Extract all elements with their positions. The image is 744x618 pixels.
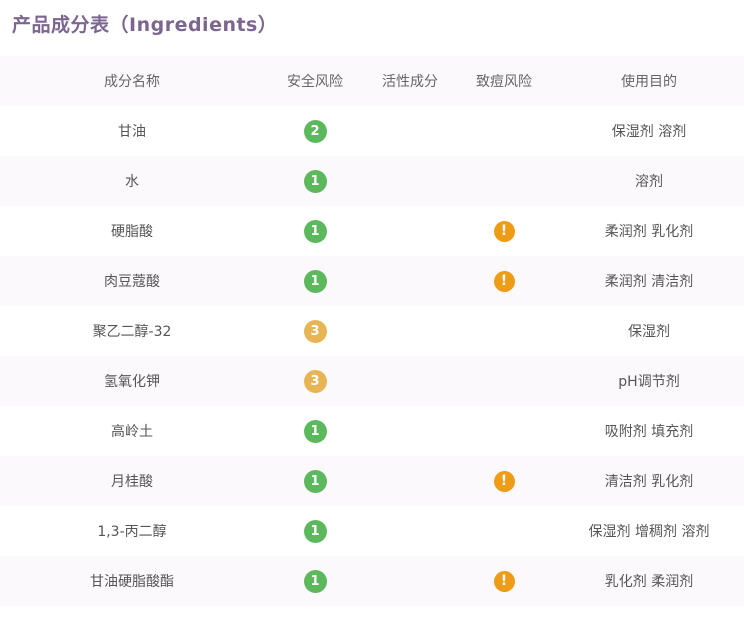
safety-cell: 1 bbox=[264, 519, 366, 543]
purpose-text: 柔润剂 乳化剂 bbox=[604, 224, 694, 240]
acne-risk-cell: ! bbox=[454, 220, 554, 242]
purpose-text: 保湿剂 bbox=[628, 324, 670, 340]
acne-risk-cell: ! bbox=[454, 570, 554, 592]
header-ingredient-name: 成分名称 bbox=[104, 74, 160, 90]
table-row: 月桂酸 1! 清洁剂 乳化剂 bbox=[0, 456, 744, 506]
safety-cell: 1 bbox=[264, 269, 366, 293]
ingredient-name: 肉豆蔻酸 bbox=[104, 274, 160, 290]
table-row: 水 1 溶剂 bbox=[0, 156, 744, 206]
safety-score-badge: 1 bbox=[303, 569, 327, 593]
page-title: 产品成分表（Ingredients） bbox=[12, 14, 278, 36]
table-row: 聚乙二醇-32 3 保湿剂 bbox=[0, 306, 744, 356]
table-row: 氢氧化钾 3 pH调节剂 bbox=[0, 356, 744, 406]
acne-risk-cell: ! bbox=[454, 470, 554, 492]
safety-cell: 1 bbox=[264, 419, 366, 443]
purpose-text: 保湿剂 溶剂 bbox=[611, 124, 687, 140]
safety-cell: 1 bbox=[264, 219, 366, 243]
table-row: 高岭土 1 吸附剂 填充剂 bbox=[0, 406, 744, 456]
ingredient-name: 硬脂酸 bbox=[111, 224, 153, 240]
safety-cell: 1 bbox=[264, 569, 366, 593]
safety-cell: 1 bbox=[264, 469, 366, 493]
purpose-text: 柔润剂 清洁剂 bbox=[604, 274, 694, 290]
ingredient-name: 聚乙二醇-32 bbox=[92, 324, 172, 340]
acne-warning-icon: ! bbox=[493, 570, 515, 592]
safety-score-badge: 3 bbox=[303, 319, 327, 343]
header-active-ingredient: 活性成分 bbox=[382, 74, 438, 90]
purpose-text: 溶剂 bbox=[635, 174, 663, 190]
acne-risk-cell bbox=[454, 321, 554, 342]
safety-score-badge: 1 bbox=[303, 469, 327, 493]
safety-cell: 2 bbox=[264, 119, 366, 143]
ingredient-name: 甘油硬脂酸酯 bbox=[90, 574, 174, 590]
safety-score-badge: 2 bbox=[303, 119, 327, 143]
acne-warning-icon: ! bbox=[493, 220, 515, 242]
purpose-text: pH调节剂 bbox=[618, 374, 680, 390]
header-purpose: 使用目的 bbox=[621, 74, 677, 90]
purpose-text: 保湿剂 增稠剂 溶剂 bbox=[588, 524, 710, 540]
acne-risk-cell: ! bbox=[454, 270, 554, 292]
safety-cell: 3 bbox=[264, 319, 366, 343]
header-safety-risk: 安全风险 bbox=[287, 74, 343, 90]
safety-cell: 1 bbox=[264, 169, 366, 193]
safety-score-badge: 1 bbox=[303, 419, 327, 443]
ingredient-name: 甘油 bbox=[118, 124, 146, 140]
ingredient-name: 水 bbox=[125, 174, 139, 190]
purpose-text: 乳化剂 柔润剂 bbox=[604, 574, 694, 590]
ingredient-name: 氢氧化钾 bbox=[104, 374, 160, 390]
header-acne-risk: 致痘风险 bbox=[476, 74, 532, 90]
acne-risk-cell bbox=[454, 371, 554, 392]
table-row: 肉豆蔻酸 1! 柔润剂 清洁剂 bbox=[0, 256, 744, 306]
safety-score-badge: 1 bbox=[303, 169, 327, 193]
ingredient-name: 高岭土 bbox=[111, 424, 153, 440]
acne-risk-cell bbox=[454, 171, 554, 192]
table-header-row: 成分名称 安全风险 活性成分 致痘风险 使用目的 bbox=[0, 56, 744, 106]
acne-warning-icon: ! bbox=[493, 470, 515, 492]
safety-score-badge: 3 bbox=[303, 369, 327, 393]
table-row: 1,3-丙二醇 1 保湿剂 增稠剂 溶剂 bbox=[0, 506, 744, 556]
table-row: 甘油 2 保湿剂 溶剂 bbox=[0, 106, 744, 156]
purpose-text: 清洁剂 乳化剂 bbox=[604, 474, 694, 490]
safety-score-badge: 1 bbox=[303, 519, 327, 543]
acne-risk-cell bbox=[454, 121, 554, 142]
safety-cell: 3 bbox=[264, 369, 366, 393]
acne-warning-icon: ! bbox=[493, 270, 515, 292]
ingredient-name: 月桂酸 bbox=[111, 474, 153, 490]
ingredients-table: 成分名称 安全风险 活性成分 致痘风险 使用目的 甘油 2 保湿剂 溶剂水 1 溶剂硬脂… bbox=[0, 56, 744, 606]
acne-risk-cell bbox=[454, 521, 554, 542]
safety-score-badge: 1 bbox=[303, 269, 327, 293]
table-row: 甘油硬脂酸酯 1! 乳化剂 柔润剂 bbox=[0, 556, 744, 606]
ingredient-name: 1,3-丙二醇 bbox=[97, 524, 167, 540]
safety-score-badge: 1 bbox=[303, 219, 327, 243]
acne-risk-cell bbox=[454, 421, 554, 442]
table-row: 硬脂酸 1! 柔润剂 乳化剂 bbox=[0, 206, 744, 256]
purpose-text: 吸附剂 填充剂 bbox=[604, 424, 694, 440]
